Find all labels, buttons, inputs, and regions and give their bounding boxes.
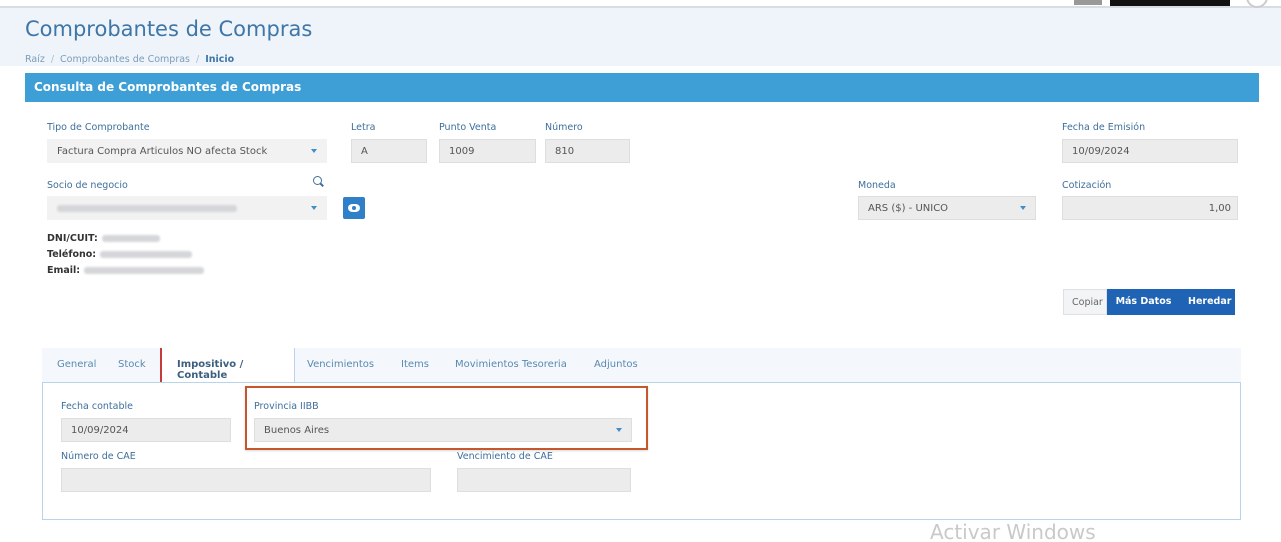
breadcrumb-item-raiz[interactable]: Raíz <box>25 54 45 65</box>
windows-activation-watermark: Activar Windows <box>930 520 1096 542</box>
fecha-contable-field[interactable]: 10/09/2024 <box>61 418 231 442</box>
fecha-emision-label: Fecha de Emisión <box>1062 122 1146 133</box>
punto-venta-label: Punto Venta <box>439 122 497 133</box>
panel-header: Consulta de Comprobantes de Compras <box>25 73 1259 102</box>
moneda-select[interactable]: ARS ($) - UNICO <box>858 196 1036 220</box>
email-label: Email: <box>47 265 81 276</box>
breadcrumb-item-comprobantes[interactable]: Comprobantes de Compras <box>60 54 190 65</box>
tabs-bar: General Stock Impositivo / Contable Venc… <box>42 348 1241 382</box>
search-icon[interactable] <box>313 176 322 185</box>
email-line: Email: <box>47 265 205 276</box>
socio-value-blurred <box>57 204 237 212</box>
cotizacion-value: 1,00 <box>1208 203 1231 214</box>
fecha-contable-label: Fecha contable <box>61 401 133 412</box>
heredar-button[interactable]: Heredar <box>1180 289 1235 315</box>
tab-items[interactable]: Items <box>401 359 429 370</box>
vencimiento-cae-label: Vencimiento de CAE <box>457 451 553 462</box>
tab-impositivo-contable[interactable]: Impositivo / Contable <box>160 348 295 382</box>
vencimiento-cae-field[interactable] <box>457 468 631 492</box>
dni-label: DNI/CUIT: <box>47 233 98 244</box>
eye-icon[interactable] <box>343 197 365 219</box>
punto-venta-field[interactable]: 1009 <box>439 139 536 163</box>
telefono-line: Teléfono: <box>47 249 193 260</box>
highlight-box <box>245 386 648 450</box>
telefono-value-blurred <box>100 251 193 258</box>
tab-vencimientos[interactable]: Vencimientos <box>307 359 374 370</box>
dni-value-blurred <box>101 235 160 242</box>
action-buttons: Copiar Más Datos Heredar <box>1063 289 1235 315</box>
tab-movimientos-tesoreria[interactable]: Movimientos Tesoreria <box>455 359 567 370</box>
numero-cae-label: Número de CAE <box>61 451 136 462</box>
tab-impositivo-label: Impositivo / Contable <box>177 359 244 381</box>
fecha-contable-value: 10/09/2024 <box>71 425 129 436</box>
page-header: Comprobantes de Compras Raíz / Comprobante… <box>0 8 1281 66</box>
tipo-comprobante-value: Factura Compra Articulos NO afecta Stock <box>57 146 268 157</box>
tab-adjuntos[interactable]: Adjuntos <box>594 359 638 370</box>
chevron-down-icon <box>311 149 317 153</box>
cotizacion-field[interactable]: 1,00 <box>1062 196 1238 220</box>
tipo-comprobante-label: Tipo de Comprobante <box>47 122 150 133</box>
dni-line: DNI/CUIT: <box>47 233 160 244</box>
fecha-emision-value: 10/09/2024 <box>1072 146 1130 157</box>
numero-cae-field[interactable] <box>61 468 431 492</box>
top-bar-element <box>1110 0 1230 6</box>
tipo-comprobante-select[interactable]: Factura Compra Articulos NO afecta Stock <box>47 139 327 163</box>
email-value-blurred <box>84 267 205 274</box>
moneda-value: ARS ($) - UNICO <box>868 203 949 214</box>
letra-label: Letra <box>351 122 376 133</box>
mas-datos-button[interactable]: Más Datos <box>1107 289 1180 315</box>
fecha-emision-field[interactable]: 10/09/2024 <box>1062 139 1238 163</box>
letra-value: A <box>361 146 368 157</box>
numero-field[interactable]: 810 <box>545 139 630 163</box>
socio-label: Socio de negocio <box>47 180 128 191</box>
breadcrumb: Raíz / Comprobantes de Compras / Inicio <box>25 54 235 65</box>
chevron-down-icon <box>1020 206 1026 210</box>
tab-general[interactable]: General <box>57 359 96 370</box>
telefono-label: Teléfono: <box>47 249 97 260</box>
panel-title: Consulta de Comprobantes de Compras <box>34 80 302 94</box>
letra-field[interactable]: A <box>351 139 427 163</box>
numero-value: 810 <box>555 146 575 157</box>
tab-stock[interactable]: Stock <box>118 359 146 370</box>
socio-select[interactable] <box>47 196 327 220</box>
top-bar-element <box>1074 0 1102 5</box>
cotizacion-label: Cotización <box>1062 180 1112 191</box>
numero-label: Número <box>545 122 583 133</box>
punto-venta-value: 1009 <box>449 146 475 157</box>
breadcrumb-item-inicio: Inicio <box>205 54 235 65</box>
chevron-down-icon <box>311 206 317 210</box>
page-title: Comprobantes de Compras <box>25 17 313 41</box>
copiar-button[interactable]: Copiar <box>1063 289 1107 315</box>
moneda-label: Moneda <box>858 180 896 191</box>
